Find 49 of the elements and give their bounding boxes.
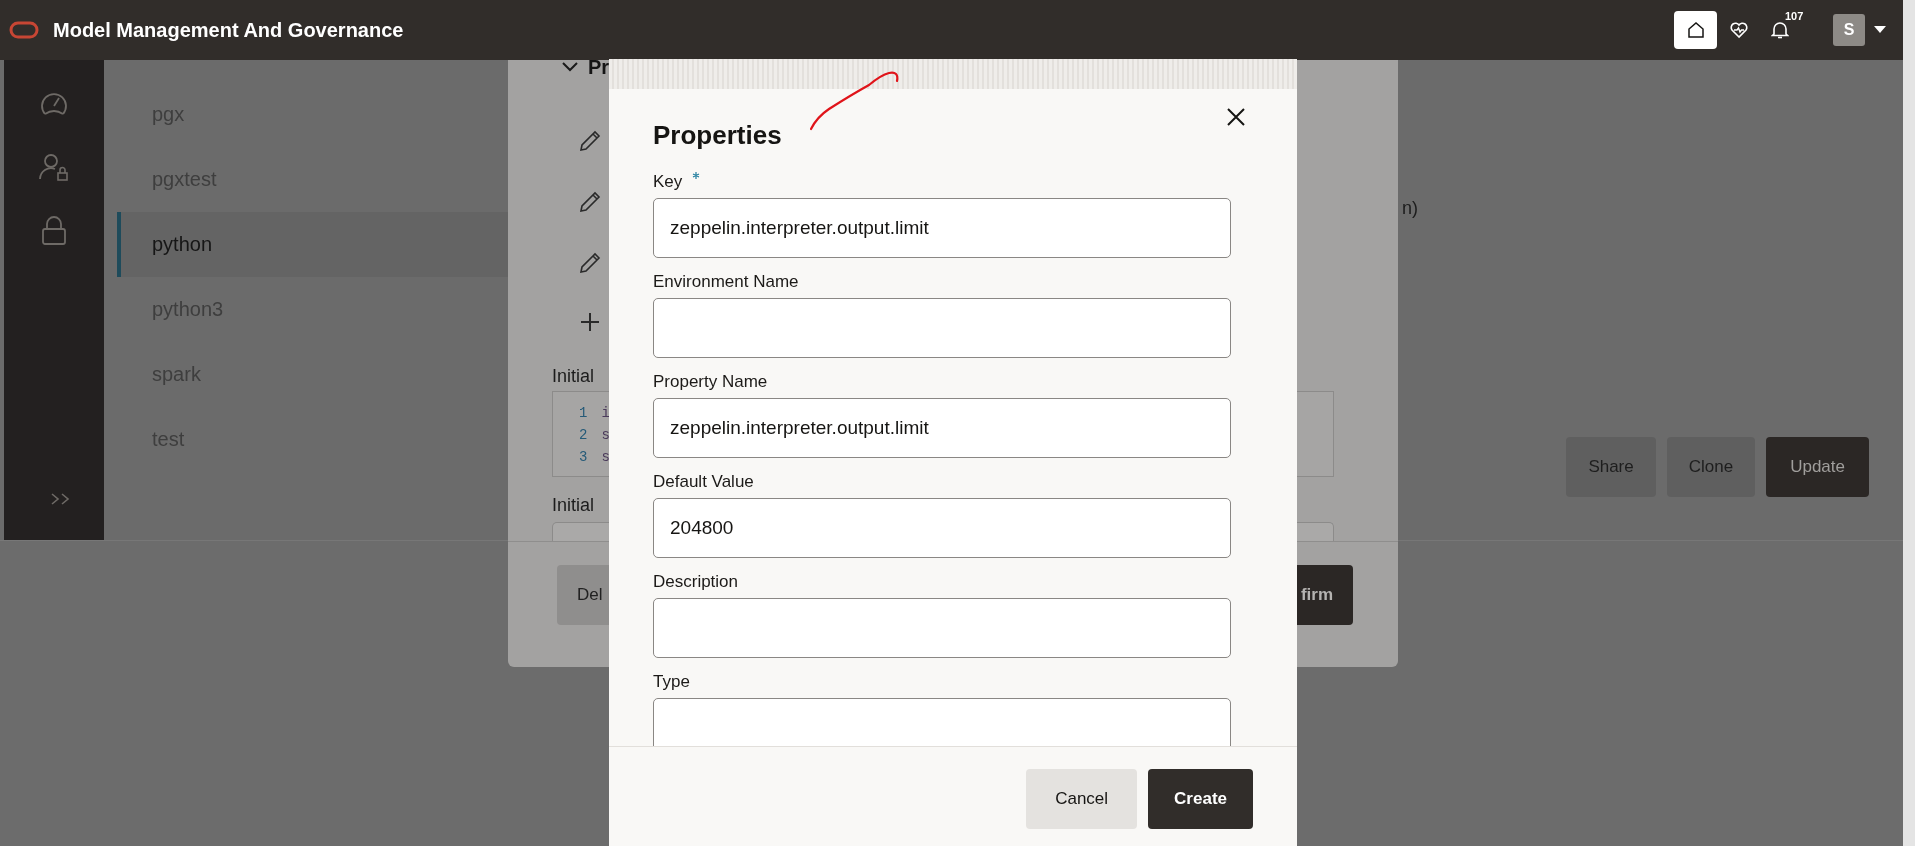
input-field[interactable]: 204800 (653, 498, 1231, 558)
required-asterisk-icon (692, 172, 701, 180)
code-text: s (601, 448, 610, 467)
home-icon (1685, 20, 1706, 40)
app-title: Model Management And Governance (53, 18, 404, 42)
pencil-icon[interactable] (579, 252, 601, 274)
input-field[interactable] (653, 598, 1231, 658)
plus-icon[interactable] (580, 312, 600, 332)
caret-icon[interactable] (1874, 26, 1886, 34)
action-button[interactable]: Share (1566, 437, 1656, 497)
code-text: i (601, 404, 610, 423)
gauge-icon[interactable] (39, 90, 69, 118)
detail-text: n) (1402, 198, 1418, 219)
interpreter-list-item[interactable]: python (117, 212, 510, 277)
pencil-icon[interactable] (579, 130, 601, 152)
line-number: 2 (579, 426, 588, 445)
home-button[interactable] (1674, 11, 1717, 49)
user-lock-icon[interactable] (39, 152, 69, 182)
expand-chevrons-icon[interactable] (50, 492, 72, 506)
action-button[interactable]: Clone (1666, 437, 1756, 497)
input-field[interactable]: zeppelin.interpreter.output.limit (653, 398, 1231, 458)
notification-count: 107 (1785, 10, 1804, 22)
field-label: Type (653, 672, 690, 692)
field-label: Initial (552, 495, 595, 516)
pencil-icon[interactable] (579, 191, 601, 213)
logo-icon (9, 21, 39, 39)
line-number: 3 (579, 448, 588, 467)
input-field[interactable] (653, 298, 1231, 358)
input-field[interactable]: zeppelin.interpreter.output.limit (653, 198, 1231, 258)
user-avatar[interactable]: S (1833, 14, 1865, 46)
dialog-button[interactable]: Create (1148, 769, 1253, 829)
field-label: Property Name (653, 372, 768, 392)
field-label: Key (653, 172, 683, 192)
action-button[interactable]: Update (1766, 437, 1869, 497)
heart-pulse-icon[interactable] (1729, 21, 1749, 39)
lock-icon[interactable] (41, 216, 67, 246)
field-label: Description (653, 572, 739, 592)
close-icon[interactable] (1227, 108, 1245, 126)
code-text: s (601, 426, 610, 445)
dialog-button[interactable]: Cancel (1026, 769, 1138, 829)
field-label: Initial (552, 366, 595, 387)
notification-bell-icon[interactable] (1771, 20, 1789, 40)
chevron-down-icon[interactable] (562, 62, 578, 72)
field-label: Environment Name (653, 272, 799, 292)
line-number: 1 (579, 404, 588, 423)
input-field[interactable] (653, 698, 1231, 746)
section-title: Pr (588, 55, 610, 79)
field-label: Default Value (653, 472, 754, 492)
dialog-title: Properties (653, 119, 782, 151)
